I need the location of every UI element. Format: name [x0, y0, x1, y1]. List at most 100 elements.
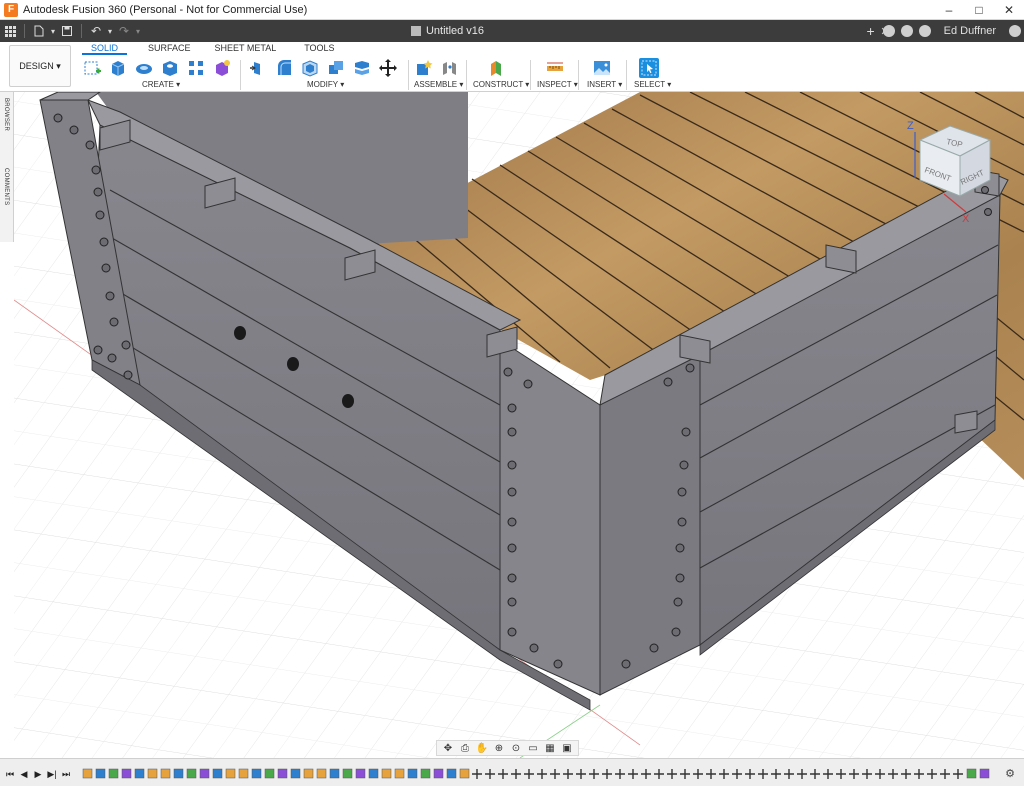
timeline-feature-icon[interactable]: [849, 769, 859, 779]
pattern-icon[interactable]: [186, 58, 206, 78]
timeline-feature-icon[interactable]: [199, 768, 210, 779]
timeline-feature-icon[interactable]: [602, 769, 612, 779]
hole-icon[interactable]: [160, 58, 180, 78]
measure-icon[interactable]: [545, 58, 565, 78]
create-sketch-icon[interactable]: [82, 58, 102, 78]
workspace-switcher[interactable]: DESIGN ▾: [9, 45, 71, 87]
orbit-icon[interactable]: ✥: [441, 742, 455, 754]
timeline-feature-icon[interactable]: [225, 768, 236, 779]
timeline-settings-icon[interactable]: ⚙: [1004, 767, 1016, 780]
pan-icon[interactable]: ✋: [475, 742, 489, 754]
document-tab-label[interactable]: Untitled v16: [410, 25, 484, 37]
revolve-icon[interactable]: [134, 58, 154, 78]
timeline-feature-icon[interactable]: [511, 769, 521, 779]
new-tab-icon[interactable]: +: [862, 22, 880, 40]
assemble-menu[interactable]: ASSEMBLE ▾: [414, 80, 463, 89]
data-panel-grid-icon[interactable]: [0, 22, 20, 40]
select-icon[interactable]: [639, 58, 659, 78]
timeline-track[interactable]: [80, 768, 998, 780]
tab-solid[interactable]: SOLID: [82, 43, 128, 55]
timeline-feature-icon[interactable]: [641, 769, 651, 779]
timeline-feature-icon[interactable]: [303, 768, 314, 779]
timeline-feature-icon[interactable]: [745, 769, 755, 779]
timeline-feature-icon[interactable]: [316, 768, 327, 779]
zoom-icon[interactable]: ⊕: [492, 742, 506, 754]
timeline-feature-icon[interactable]: [238, 768, 249, 779]
insert-menu[interactable]: INSERT ▾: [587, 80, 622, 89]
joint-icon[interactable]: [440, 58, 460, 78]
timeline-feature-icon[interactable]: [693, 769, 703, 779]
timeline-feature-icon[interactable]: [667, 769, 677, 779]
split-body-icon[interactable]: [352, 58, 372, 78]
timeline-feature-icon[interactable]: [836, 769, 846, 779]
timeline-feature-icon[interactable]: [615, 769, 625, 779]
timeline-feature-icon[interactable]: [342, 768, 353, 779]
look-at-icon[interactable]: ⎙: [458, 742, 472, 754]
timeline-feature-icon[interactable]: [875, 769, 885, 779]
timeline-feature-icon[interactable]: [82, 768, 93, 779]
tab-tools[interactable]: TOOLS: [295, 43, 343, 55]
tab-surface[interactable]: SURFACE: [139, 43, 200, 55]
tab-sheet-metal[interactable]: SHEET METAL: [206, 43, 286, 55]
timeline-start-button[interactable]: ⏮: [4, 768, 16, 780]
timeline-feature-icon[interactable]: [862, 769, 872, 779]
timeline-feature-icon[interactable]: [966, 768, 977, 779]
timeline-feature-icon[interactable]: [134, 768, 145, 779]
timeline-feature-icon[interactable]: [459, 768, 470, 779]
timeline-feature-icon[interactable]: [186, 768, 197, 779]
timeline-feature-icon[interactable]: [329, 768, 340, 779]
extrude-icon[interactable]: [108, 58, 128, 78]
timeline-feature-icon[interactable]: [264, 768, 275, 779]
timeline-feature-icon[interactable]: [628, 769, 638, 779]
modify-menu[interactable]: MODIFY ▾: [307, 80, 344, 89]
timeline-feature-icon[interactable]: [147, 768, 158, 779]
timeline-end-button[interactable]: ⏭: [60, 768, 72, 780]
select-menu[interactable]: SELECT ▾: [634, 80, 671, 89]
timeline-feature-icon[interactable]: [524, 769, 534, 779]
timeline-feature-icon[interactable]: [940, 769, 950, 779]
timeline-feature-icon[interactable]: [407, 768, 418, 779]
timeline-feature-icon[interactable]: [576, 769, 586, 779]
combine-icon[interactable]: [326, 58, 346, 78]
display-settings-icon[interactable]: ▭: [526, 742, 540, 754]
timeline-feature-icon[interactable]: [485, 769, 495, 779]
timeline-feature-icon[interactable]: [290, 768, 301, 779]
construct-menu[interactable]: CONSTRUCT ▾: [473, 80, 529, 89]
comments-panel-toggle[interactable]: COMMENTS: [3, 168, 9, 205]
file-icon[interactable]: [29, 22, 49, 40]
offset-plane-icon[interactable]: [486, 58, 506, 78]
move-copy-icon[interactable]: [378, 58, 398, 78]
save-icon[interactable]: [57, 22, 77, 40]
create-menu[interactable]: CREATE ▾: [142, 80, 180, 89]
timeline-feature-icon[interactable]: [927, 769, 937, 779]
timeline-feature-icon[interactable]: [771, 769, 781, 779]
timeline-feature-icon[interactable]: [121, 768, 132, 779]
timeline-play-button[interactable]: ▶: [32, 768, 44, 780]
timeline-feature-icon[interactable]: [719, 769, 729, 779]
notifications-icon[interactable]: [916, 22, 934, 40]
minimize-button[interactable]: –: [934, 0, 964, 20]
timeline-feature-icon[interactable]: [108, 768, 119, 779]
timeline-back-button[interactable]: ◀: [18, 768, 30, 780]
timeline-feature-icon[interactable]: [394, 768, 405, 779]
timeline-feature-icon[interactable]: [537, 769, 547, 779]
timeline-feature-icon[interactable]: [446, 768, 457, 779]
timeline-feature-icon[interactable]: [680, 769, 690, 779]
timeline-feature-icon[interactable]: [706, 769, 716, 779]
canvas-viewport[interactable]: TOP FRONT RIGHT Z X: [14, 92, 1024, 758]
timeline-feature-icon[interactable]: [160, 768, 171, 779]
undo-icon[interactable]: ↶: [86, 22, 106, 40]
chevron-down-icon[interactable]: ▾: [134, 22, 142, 40]
timeline-feature-icon[interactable]: [589, 769, 599, 779]
fit-icon[interactable]: ⊙: [509, 742, 523, 754]
jobs-icon[interactable]: [898, 22, 916, 40]
timeline-feature-icon[interactable]: [498, 769, 508, 779]
timeline-feature-icon[interactable]: [472, 769, 482, 779]
timeline-feature-icon[interactable]: [212, 768, 223, 779]
maximize-button[interactable]: □: [964, 0, 994, 20]
timeline-feature-icon[interactable]: [888, 769, 898, 779]
timeline-feature-icon[interactable]: [368, 768, 379, 779]
timeline-feature-icon[interactable]: [784, 769, 794, 779]
close-button[interactable]: ✕: [994, 0, 1024, 20]
insert-image-icon[interactable]: [592, 58, 612, 78]
